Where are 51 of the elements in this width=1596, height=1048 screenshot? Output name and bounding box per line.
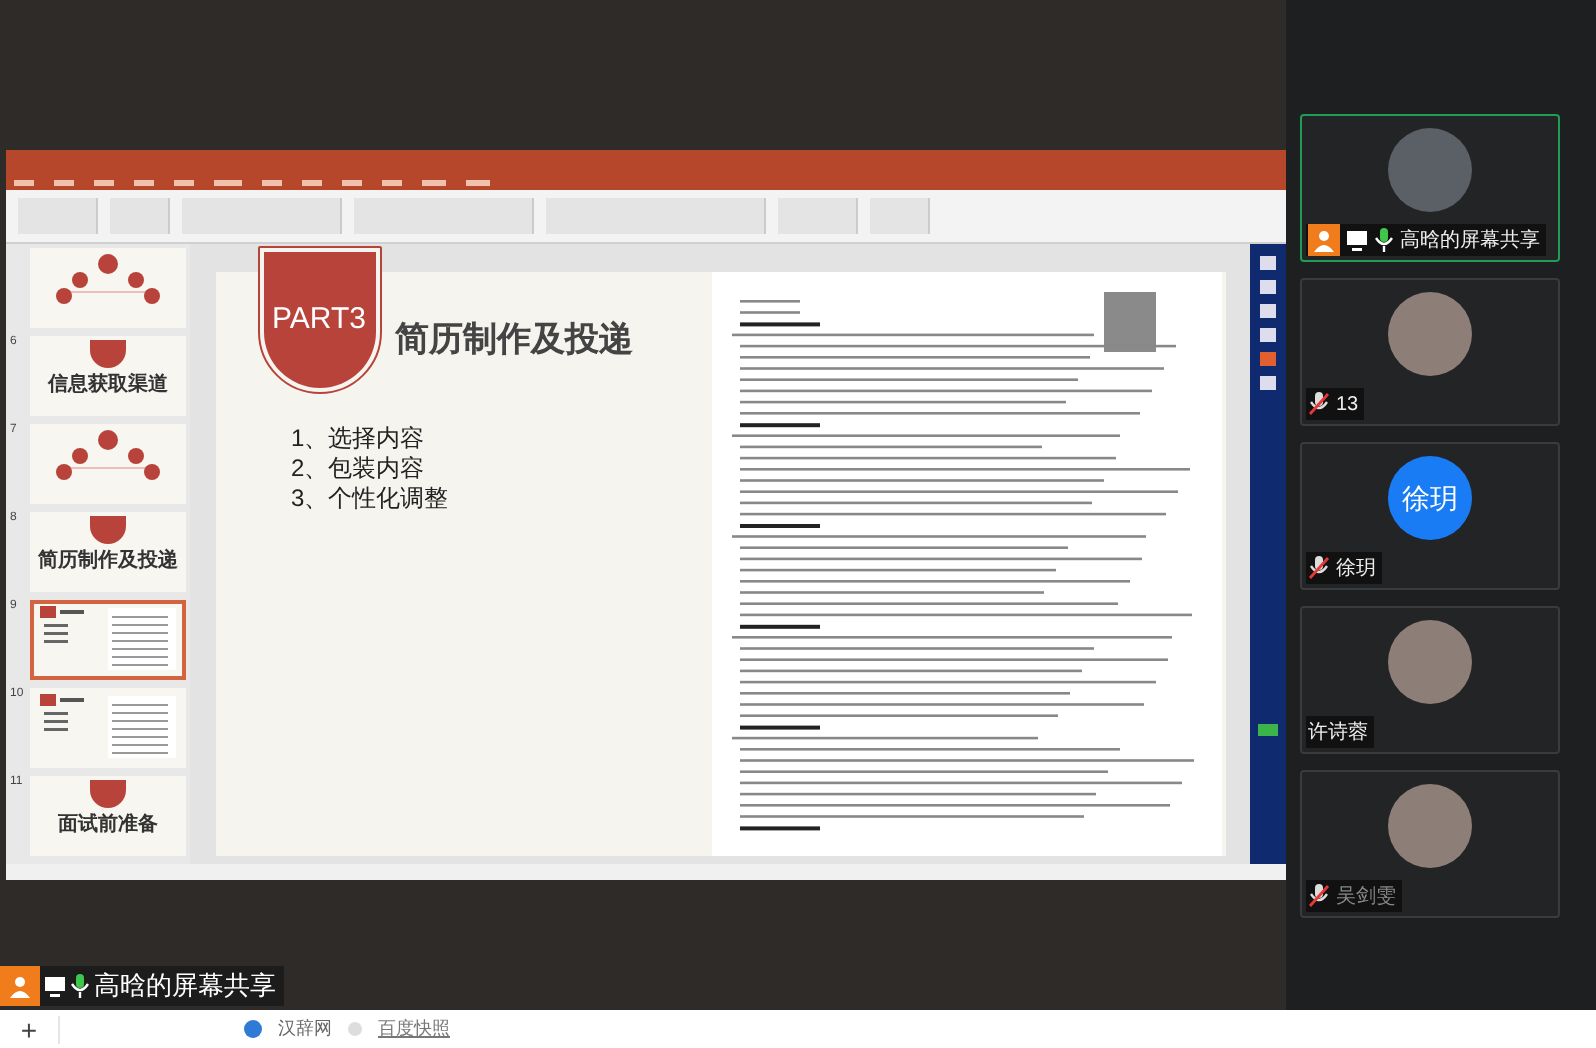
share-label-text: 高晗的屏幕共享: [94, 968, 276, 1005]
muted-microphone-icon: [1308, 556, 1330, 580]
participant-name: 徐玥: [1336, 555, 1376, 583]
slide-thumbnail[interactable]: [30, 688, 186, 768]
slide-thumbnail[interactable]: [30, 424, 186, 504]
slide-content-drawing: [36, 604, 180, 672]
list-item: 3、个性化调整: [291, 484, 451, 514]
ribbon-tab[interactable]: [466, 180, 490, 186]
add-button[interactable]: +: [0, 1015, 60, 1043]
participant-name: 13: [1336, 391, 1359, 419]
participant-tile[interactable]: 13: [1300, 278, 1560, 426]
list-item: 1、选择内容: [291, 424, 427, 454]
avatar-initials: 徐玥: [1388, 456, 1472, 540]
participant-tile[interactable]: 许诗蓉: [1300, 606, 1560, 754]
muted-microphone-icon: [1308, 884, 1330, 908]
thumbnail-title: 面试前准备: [58, 814, 158, 839]
participant-tile[interactable]: 高晗的屏幕共享: [1300, 114, 1560, 262]
person-icon: [1308, 224, 1340, 256]
avatar: [1388, 292, 1472, 376]
slide-title: 简历制作及投递: [395, 318, 633, 363]
muted-microphone-icon: [1308, 392, 1330, 416]
screen-share-icon: [44, 975, 66, 997]
slide-thumbnail[interactable]: [30, 600, 186, 680]
slide-thumbnail[interactable]: 简历制作及投递: [30, 512, 186, 592]
slide-thumbnail[interactable]: [30, 248, 186, 328]
participant-name: 高晗的屏幕共享: [1400, 227, 1540, 255]
banner-shape: [90, 780, 126, 808]
slide-content-drawing: [36, 692, 180, 760]
cache-link[interactable]: 百度快照: [378, 1015, 450, 1043]
slide-thumbnail[interactable]: 面试前准备: [30, 776, 186, 856]
microphone-icon: [1374, 228, 1394, 252]
banner-shape: [90, 340, 126, 368]
list-item: 2、包装内容: [291, 454, 427, 484]
globe-icon: [244, 1020, 262, 1038]
avatar: [1388, 784, 1472, 868]
site-link[interactable]: 汉辞网: [278, 1015, 332, 1043]
thumbnail-title: 信息获取渠道: [48, 374, 168, 399]
part-badge: PART3: [259, 248, 379, 392]
microphone-icon: [70, 974, 90, 998]
avatar: [1388, 128, 1472, 212]
participant-name: 许诗蓉: [1308, 719, 1368, 747]
ribbon-tab[interactable]: [422, 180, 446, 186]
slide-thumbnail[interactable]: 信息获取渠道: [30, 336, 186, 416]
participant-tile[interactable]: 徐玥 徐玥: [1300, 442, 1560, 590]
ribbon-tab[interactable]: [214, 180, 242, 186]
participant-tile[interactable]: 吴剑雯: [1300, 770, 1560, 918]
screen-share-icon: [1346, 229, 1368, 251]
participant-name: 吴剑雯: [1336, 883, 1396, 911]
thumbnail-title: 简历制作及投递: [38, 550, 178, 575]
banner-shape: [90, 516, 126, 544]
avatar: [1388, 620, 1472, 704]
